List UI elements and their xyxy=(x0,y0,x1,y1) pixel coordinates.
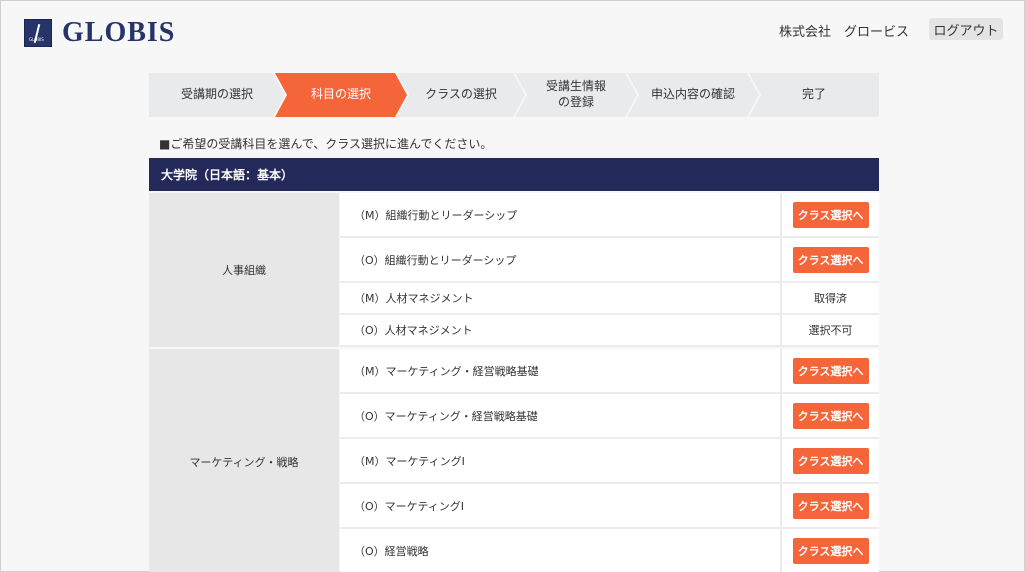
course-group-hr: 人事組織 （M）組織行動とリーダーシップ クラス選択へ （O）組織行動とリーダー… xyxy=(149,193,879,347)
table-row: （O）マーケティング・経営戦略基礎 クラス選択へ xyxy=(340,394,879,439)
table-row: （M）組織行動とリーダーシップ クラス選択へ xyxy=(340,193,879,238)
step-term-selection: 受講期の選択 xyxy=(149,73,285,117)
course-name: （M）マーケティングI xyxy=(354,454,465,468)
table-row: （M）人材マネジメント 取得済 xyxy=(340,283,879,315)
step-label: 申込内容の確認 xyxy=(650,87,735,102)
globis-logo-icon: GLOBIS xyxy=(24,19,52,47)
course-name: （O）マーケティングI xyxy=(354,499,465,513)
table-row: （O）組織行動とリーダーシップ クラス選択へ xyxy=(340,238,879,283)
class-select-button[interactable]: クラス選択へ xyxy=(792,402,869,429)
table-row: （O）人材マネジメント 選択不可 xyxy=(340,315,879,347)
status-unavailable: 選択不可 xyxy=(780,315,879,345)
step-label: 受講期の選択 xyxy=(180,87,253,102)
step-label-line1: 受講生情報 xyxy=(545,79,606,94)
table-row: （O）経営戦略 クラス選択へ xyxy=(340,529,879,572)
row-action: クラス選択へ xyxy=(780,193,879,236)
progress-steps: 受講期の選択 科目の選択 クラスの選択 受講生情報 の登録 申込内容の確認 完了 xyxy=(149,73,879,117)
logo-mark-text: GLOBIS xyxy=(29,37,44,42)
step-student-info: 受講生情報 の登録 xyxy=(515,73,637,117)
step-label: 科目の選択 xyxy=(310,87,371,102)
section-title: 大学院（日本語：基本） xyxy=(149,158,879,191)
step-label: 受講生情報 の登録 xyxy=(546,79,606,110)
course-name: （O）人材マネジメント xyxy=(354,324,473,337)
course-name: （M）マーケティング・経営戦略基礎 xyxy=(354,364,539,378)
table-row: （M）マーケティング・経営戦略基礎 クラス選択へ xyxy=(340,349,879,394)
logout-button[interactable]: ログアウト xyxy=(929,18,1003,40)
step-label: 完了 xyxy=(801,87,826,102)
step-complete: 完了 xyxy=(749,73,879,117)
course-name: （M）人材マネジメント xyxy=(354,292,474,305)
step-course-selection: 科目の選択 xyxy=(275,73,407,117)
step-confirmation: 申込内容の確認 xyxy=(627,73,759,117)
page-header: GLOBIS GLOBIS 株式会社 グロービス ログアウト xyxy=(1,1,1024,63)
row-action: クラス選択へ xyxy=(780,529,879,572)
row-action: クラス選択へ xyxy=(780,484,879,527)
table-row: （M）マーケティングI クラス選択へ xyxy=(340,439,879,484)
globis-logo[interactable]: GLOBIS GLOBIS xyxy=(24,17,176,48)
group-name: マーケティング・戦略 xyxy=(149,349,339,572)
row-action: クラス選択へ xyxy=(780,349,879,392)
class-select-button[interactable]: クラス選択へ xyxy=(792,201,869,228)
group-name: 人事組織 xyxy=(149,193,339,347)
course-name: （O）マーケティング・経営戦略基礎 xyxy=(354,409,538,423)
step-class-selection: クラスの選択 xyxy=(397,73,525,117)
class-select-button[interactable]: クラス選択へ xyxy=(792,246,869,273)
status-acquired: 取得済 xyxy=(780,283,879,313)
class-select-button[interactable]: クラス選択へ xyxy=(792,492,869,519)
step-label-line2: の登録 xyxy=(557,95,594,109)
row-action: クラス選択へ xyxy=(780,439,879,482)
row-action: クラス選択へ xyxy=(780,394,879,437)
table-row: （O）マーケティングI クラス選択へ xyxy=(340,484,879,529)
class-select-button[interactable]: クラス選択へ xyxy=(792,357,869,384)
company-name: 株式会社 グロービス xyxy=(779,25,910,40)
course-group-marketing-strategy: マーケティング・戦略 （M）マーケティング・経営戦略基礎 クラス選択へ （O）マ… xyxy=(149,349,879,572)
class-select-button[interactable]: クラス選択へ xyxy=(792,538,869,564)
step-label: クラスの選択 xyxy=(425,87,497,102)
course-name: （M）組織行動とリーダーシップ xyxy=(354,208,518,222)
course-name: （O）組織行動とリーダーシップ xyxy=(354,253,517,267)
row-action: クラス選択へ xyxy=(780,238,879,281)
course-name: （O）経営戦略 xyxy=(354,545,429,558)
class-select-button[interactable]: クラス選択へ xyxy=(792,447,869,474)
instruction-text: ■ご希望の受講科目を選んで、クラス選択に進んでください。 xyxy=(159,137,493,151)
logo-text: GLOBIS xyxy=(62,17,176,48)
